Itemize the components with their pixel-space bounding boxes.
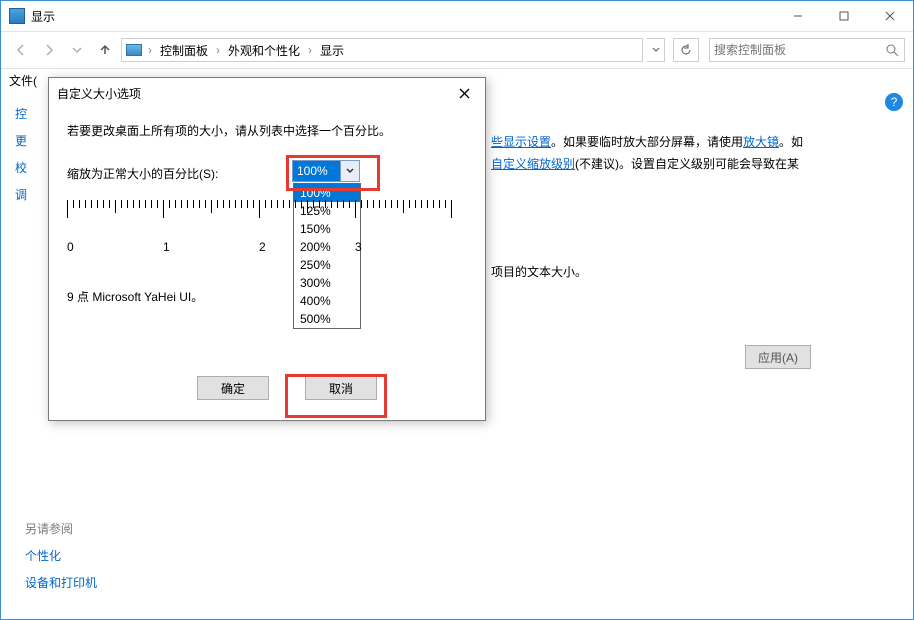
breadcrumb-sep: › xyxy=(214,43,222,57)
ruler-number: 0 xyxy=(67,240,74,254)
search-box[interactable] xyxy=(709,38,905,62)
scale-combobox[interactable]: 100% 100% 125% 150% 200% 250% 300% 400% … xyxy=(292,160,360,182)
maximize-button[interactable] xyxy=(821,1,867,31)
scale-option[interactable]: 300% xyxy=(294,274,360,292)
dialog-close-button[interactable] xyxy=(451,80,477,106)
ruler-number: 2 xyxy=(259,240,266,254)
ruler-track xyxy=(67,200,453,228)
see-also: 另请参阅 个性化 设备和打印机 xyxy=(25,520,97,601)
dialog-titlebar: 自定义大小选项 xyxy=(49,78,485,108)
ruler-number: 1 xyxy=(163,240,170,254)
search-input[interactable] xyxy=(710,43,880,57)
dialog-title: 自定义大小选项 xyxy=(57,85,451,102)
ruler[interactable]: 0 1 2 3 xyxy=(67,200,453,260)
left-nav-item[interactable]: 控 xyxy=(15,105,45,122)
see-also-link[interactable]: 设备和打印机 xyxy=(25,574,97,591)
scale-option[interactable]: 500% xyxy=(294,310,360,328)
ruler-number: 3 xyxy=(355,240,362,254)
up-button[interactable] xyxy=(93,38,117,62)
scale-option[interactable]: 400% xyxy=(294,292,360,310)
navbar: › 控制面板 › 外观和个性化 › 显示 xyxy=(1,32,913,69)
scale-row: 缩放为正常大小的百分比(S): xyxy=(67,165,467,182)
help-icon[interactable]: ? xyxy=(885,93,903,111)
chevron-down-icon[interactable] xyxy=(340,161,359,181)
recent-button[interactable] xyxy=(65,38,89,62)
menu-file[interactable]: 文件( xyxy=(9,72,37,89)
monitor-icon xyxy=(126,44,142,56)
back-button[interactable] xyxy=(9,38,33,62)
scale-value: 100% xyxy=(293,161,340,181)
scale-label: 缩放为正常大小的百分比(S): xyxy=(67,165,218,182)
apply-button[interactable]: 应用(A) xyxy=(745,345,811,369)
app-icon xyxy=(9,8,25,24)
content-paragraph: 些显示设置。如果要临时放大部分屏幕，请使用放大镜。如 xyxy=(491,131,899,153)
address-bar[interactable]: › 控制面板 › 外观和个性化 › 显示 xyxy=(121,38,643,62)
breadcrumb-sep: › xyxy=(146,43,154,57)
content-paragraph: 项目的文本大小。 xyxy=(491,261,899,283)
see-also-link[interactable]: 个性化 xyxy=(25,547,97,564)
breadcrumb[interactable]: 控制面板 xyxy=(158,42,210,59)
link-custom-scale[interactable]: 自定义缩放级别 xyxy=(491,157,575,171)
content-area: 些显示设置。如果要临时放大部分屏幕，请使用放大镜。如 自定义缩放级别(不建议)。… xyxy=(491,131,899,283)
sample-text: 9 点 Microsoft YaHei UI。 xyxy=(67,288,203,305)
dialog-body: 若要更改桌面上所有项的大小，请从列表中选择一个百分比。 缩放为正常大小的百分比(… xyxy=(49,108,485,182)
cancel-button[interactable]: 取消 xyxy=(305,376,377,400)
titlebar: 显示 xyxy=(1,1,913,32)
link-magnifier[interactable]: 放大镜 xyxy=(743,135,779,149)
minimize-button[interactable] xyxy=(775,1,821,31)
refresh-button[interactable] xyxy=(673,38,699,62)
left-nav-item[interactable]: 校 xyxy=(15,159,45,176)
forward-button[interactable] xyxy=(37,38,61,62)
breadcrumb-sep: › xyxy=(306,43,314,57)
see-also-header: 另请参阅 xyxy=(25,520,97,537)
window-title: 显示 xyxy=(31,8,55,25)
content-paragraph: 自定义缩放级别(不建议)。设置自定义级别可能会导致在某 xyxy=(491,153,899,175)
left-nav-item[interactable]: 更 xyxy=(15,132,45,149)
address-dropdown[interactable] xyxy=(647,38,665,62)
dialog-description: 若要更改桌面上所有项的大小，请从列表中选择一个百分比。 xyxy=(67,122,467,139)
breadcrumb[interactable]: 外观和个性化 xyxy=(226,42,302,59)
dialog-buttons: 确定 取消 xyxy=(49,376,485,406)
ok-button[interactable]: 确定 xyxy=(197,376,269,400)
search-icon[interactable] xyxy=(880,44,904,57)
left-nav-item[interactable]: 调 xyxy=(15,186,45,203)
link-display-settings[interactable]: 些显示设置 xyxy=(491,135,551,149)
control-panel-window: 显示 › 控制面板 › 外观和个性化 › 显示 文件( xyxy=(0,0,914,620)
close-button[interactable] xyxy=(867,1,913,31)
custom-size-dialog: 自定义大小选项 若要更改桌面上所有项的大小，请从列表中选择一个百分比。 缩放为正… xyxy=(48,77,486,421)
apply-row: 应用(A) xyxy=(491,345,811,369)
breadcrumb[interactable]: 显示 xyxy=(318,42,346,59)
left-nav: 控 更 校 调 xyxy=(15,105,45,213)
